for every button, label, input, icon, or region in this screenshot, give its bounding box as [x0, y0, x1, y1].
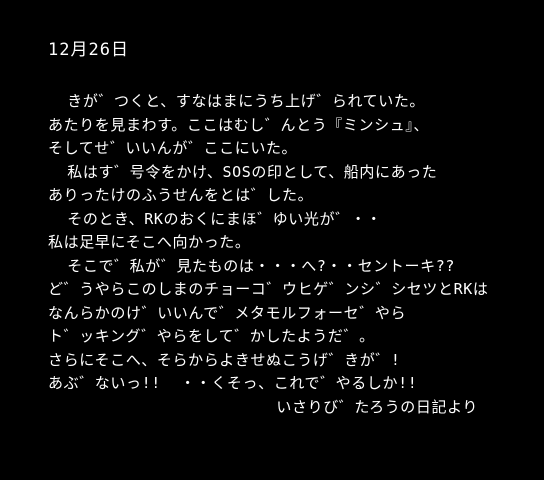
diary-line: 私はす゛号令をかけ、SOSの印として、船内にあった: [48, 162, 438, 181]
diary-line: 私は足早にそこへ向かった。: [48, 233, 251, 251]
diary-line: ト゛ッキング゛やらをして゛かしたようだ゛。: [48, 327, 375, 345]
diary-line: ありったけのふうせんをとは゛した。: [48, 186, 314, 204]
diary-date: 12月26日: [48, 40, 129, 60]
diary-signature: いさりび゛たろうの日記より: [276, 397, 478, 416]
diary-line: そこで゛私が゛見たものは・・・へ?・・セントーキ??: [48, 256, 455, 275]
diary-line: さらにそこへ、そらからよきせぬこうげ゛きが゛!: [48, 350, 401, 369]
diary-line: きが゛つくと、すなはまにうち上げ゛られていた。: [48, 92, 426, 110]
diary-line: ど゛うやらこのしまのチョーコ゛ウヒゲ゛ンシ゛シセツとRKは: [48, 280, 489, 298]
diary-line: そしてせ゛いいんが゛ここにいた。: [48, 139, 298, 157]
diary-line: あぶ゛ないっ!! ・・くそっ、これで゛やるしか!!: [48, 374, 418, 392]
diary-text: きが゛つくと、すなはまにうち上げ゛られていた。 あたりを見まわす。ここはむし゛ん…: [48, 90, 528, 419]
diary-line: そのとき、RKのおくにまほ゛ゆい光が゛・・: [48, 209, 382, 228]
diary-line: あたりを見まわす。ここはむし゛んとう『ミンシュ』、: [48, 115, 430, 134]
game-screen: 12月26日 きが゛つくと、すなはまにうち上げ゛られていた。 あたりを見まわす。…: [0, 0, 544, 480]
diary-line: なんらかのけ゛いいんで゛メタモルフォーセ゛やら: [48, 303, 407, 322]
